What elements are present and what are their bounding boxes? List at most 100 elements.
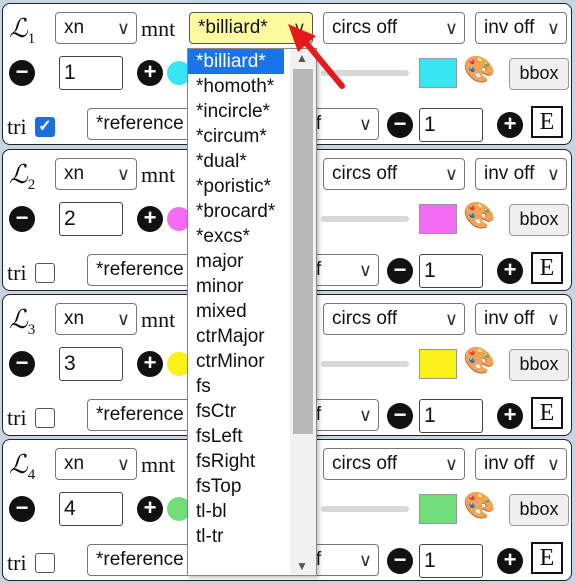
dropdown-option[interactable]: *circum* <box>188 124 284 149</box>
decrement-button[interactable]: − <box>9 206 35 232</box>
dropdown-option[interactable]: major <box>188 249 284 274</box>
curve-label: ℒ4 <box>9 450 35 484</box>
dropdown-option[interactable]: tl-tr <box>188 524 284 549</box>
tri-decrement-button[interactable]: − <box>387 403 413 429</box>
inv-select[interactable]: inv off ∨ <box>475 158 567 190</box>
tri-increment-button[interactable]: + <box>497 548 523 574</box>
color-swatch[interactable] <box>419 349 457 379</box>
color-swatch[interactable] <box>419 204 457 234</box>
slider-track[interactable] <box>321 216 409 222</box>
scrollbar-thumb[interactable] <box>293 69 313 434</box>
tri-decrement-button[interactable]: − <box>387 548 413 574</box>
e-button[interactable]: E <box>531 542 563 574</box>
decrement-button[interactable]: − <box>9 496 35 522</box>
dropdown-option[interactable]: fsTop <box>188 474 284 499</box>
decrement-button[interactable]: − <box>9 351 35 377</box>
palette-icon[interactable]: 🎨 <box>463 200 495 231</box>
tri-label: tri <box>7 114 27 139</box>
curve-index: 3 <box>27 322 36 339</box>
dropdown-option[interactable]: fsLeft <box>188 424 284 449</box>
chevron-down-icon: ∨ <box>444 309 458 329</box>
tri-decrement-button[interactable]: − <box>387 258 413 284</box>
tri-checkbox[interactable]: ✓ <box>35 117 55 137</box>
inv-value: inv off <box>484 308 535 329</box>
mnt-label: mnt <box>141 307 176 332</box>
inv-select[interactable]: inv off ∨ <box>475 303 567 335</box>
dropdown-option[interactable]: fs <box>188 374 284 399</box>
chevron-down-icon: ∨ <box>358 405 372 425</box>
tri-checkbox[interactable] <box>35 263 55 283</box>
scroll-down-arrow-icon[interactable]: ▼ <box>296 559 308 573</box>
increment-button[interactable]: + <box>137 496 163 522</box>
dropdown-option[interactable]: minor <box>188 274 284 299</box>
circs-value: circs off <box>332 453 398 474</box>
increment-button[interactable]: + <box>137 60 163 86</box>
chevron-down-icon: ∨ <box>546 18 560 38</box>
dropdown-option[interactable]: fsRight <box>188 449 284 474</box>
dropdown-option[interactable]: *dual* <box>188 149 284 174</box>
tri-number-input[interactable]: 1 <box>419 108 483 142</box>
tri-increment-button[interactable]: + <box>497 403 523 429</box>
tri-number-input[interactable]: 1 <box>419 254 483 288</box>
dropdown-option[interactable]: mixed <box>188 299 284 324</box>
inv-select[interactable]: inv off ∨ <box>475 448 567 480</box>
slider-track[interactable] <box>321 506 409 512</box>
decrement-button[interactable]: − <box>9 60 35 86</box>
palette-icon[interactable]: 🎨 <box>463 54 495 85</box>
dropdown-option[interactable]: *billiard* <box>188 49 284 74</box>
dropdown-option[interactable]: fsCtr <box>188 399 284 424</box>
curve-letter: ℒ <box>9 305 28 334</box>
palette-icon[interactable]: 🎨 <box>463 490 495 521</box>
dropdown-option[interactable]: *poristic* <box>188 174 284 199</box>
dropdown-option[interactable]: tl-bl <box>188 499 284 524</box>
increment-button[interactable]: + <box>137 206 163 232</box>
curve-index: 2 <box>27 177 36 194</box>
tri-number-input[interactable]: 1 <box>419 544 483 578</box>
dropdown-option[interactable]: ctrMinor <box>188 349 284 374</box>
dropdown-scrollbar[interactable]: ▲ ▼ <box>290 49 316 575</box>
number-input[interactable]: 4 <box>59 492 123 526</box>
circs-select[interactable]: circs off ∨ <box>323 158 465 190</box>
bbox-button[interactable]: bbox <box>509 494 569 526</box>
mode-select[interactable]: xn ∨ <box>55 158 137 190</box>
number-input[interactable]: 2 <box>59 202 123 236</box>
dropdown-option[interactable]: *excs* <box>188 224 284 249</box>
chevron-down-icon: ∨ <box>358 114 372 134</box>
mode-select[interactable]: xn ∨ <box>55 303 137 335</box>
chevron-down-icon: ∨ <box>358 260 372 280</box>
color-swatch[interactable] <box>419 58 457 88</box>
mnt-label: mnt <box>141 452 176 477</box>
number-input[interactable]: 1 <box>59 56 123 90</box>
e-button[interactable]: E <box>531 106 563 138</box>
e-button[interactable]: E <box>531 397 563 429</box>
dropdown-option[interactable]: ctrMajor <box>188 324 284 349</box>
tri-checkbox[interactable] <box>35 408 55 428</box>
bbox-button[interactable]: bbox <box>509 349 569 381</box>
curve-index: 4 <box>27 467 36 484</box>
e-button[interactable]: E <box>531 252 563 284</box>
tri-checkbox[interactable] <box>35 553 55 573</box>
palette-icon[interactable]: 🎨 <box>463 345 495 376</box>
bbox-button[interactable]: bbox <box>509 58 569 90</box>
tri-number-input[interactable]: 1 <box>419 399 483 433</box>
bbox-button[interactable]: bbox <box>509 204 569 236</box>
circs-select[interactable]: circs off ∨ <box>323 303 465 335</box>
curve-letter: ℒ <box>9 14 28 43</box>
mode-select[interactable]: xn ∨ <box>55 448 137 480</box>
mode-select[interactable]: xn ∨ <box>55 12 137 44</box>
tri-decrement-button[interactable]: − <box>387 112 413 138</box>
dropdown-option[interactable]: *incircle* <box>188 99 284 124</box>
number-input[interactable]: 3 <box>59 347 123 381</box>
increment-button[interactable]: + <box>137 351 163 377</box>
circs-select[interactable]: circs off ∨ <box>323 448 465 480</box>
inv-select[interactable]: inv off ∨ <box>475 12 567 44</box>
tri-increment-button[interactable]: + <box>497 258 523 284</box>
chevron-down-icon: ∨ <box>546 309 560 329</box>
curve-letter: ℒ <box>9 450 28 479</box>
tri-increment-button[interactable]: + <box>497 112 523 138</box>
mnt-dropdown-list[interactable]: *billiard* *homoth* *incircle* *circum* *dua… <box>187 48 317 576</box>
slider-track[interactable] <box>321 361 409 367</box>
dropdown-option[interactable]: *homoth* <box>188 74 284 99</box>
color-swatch[interactable] <box>419 494 457 524</box>
dropdown-option[interactable]: *brocard* <box>188 199 284 224</box>
